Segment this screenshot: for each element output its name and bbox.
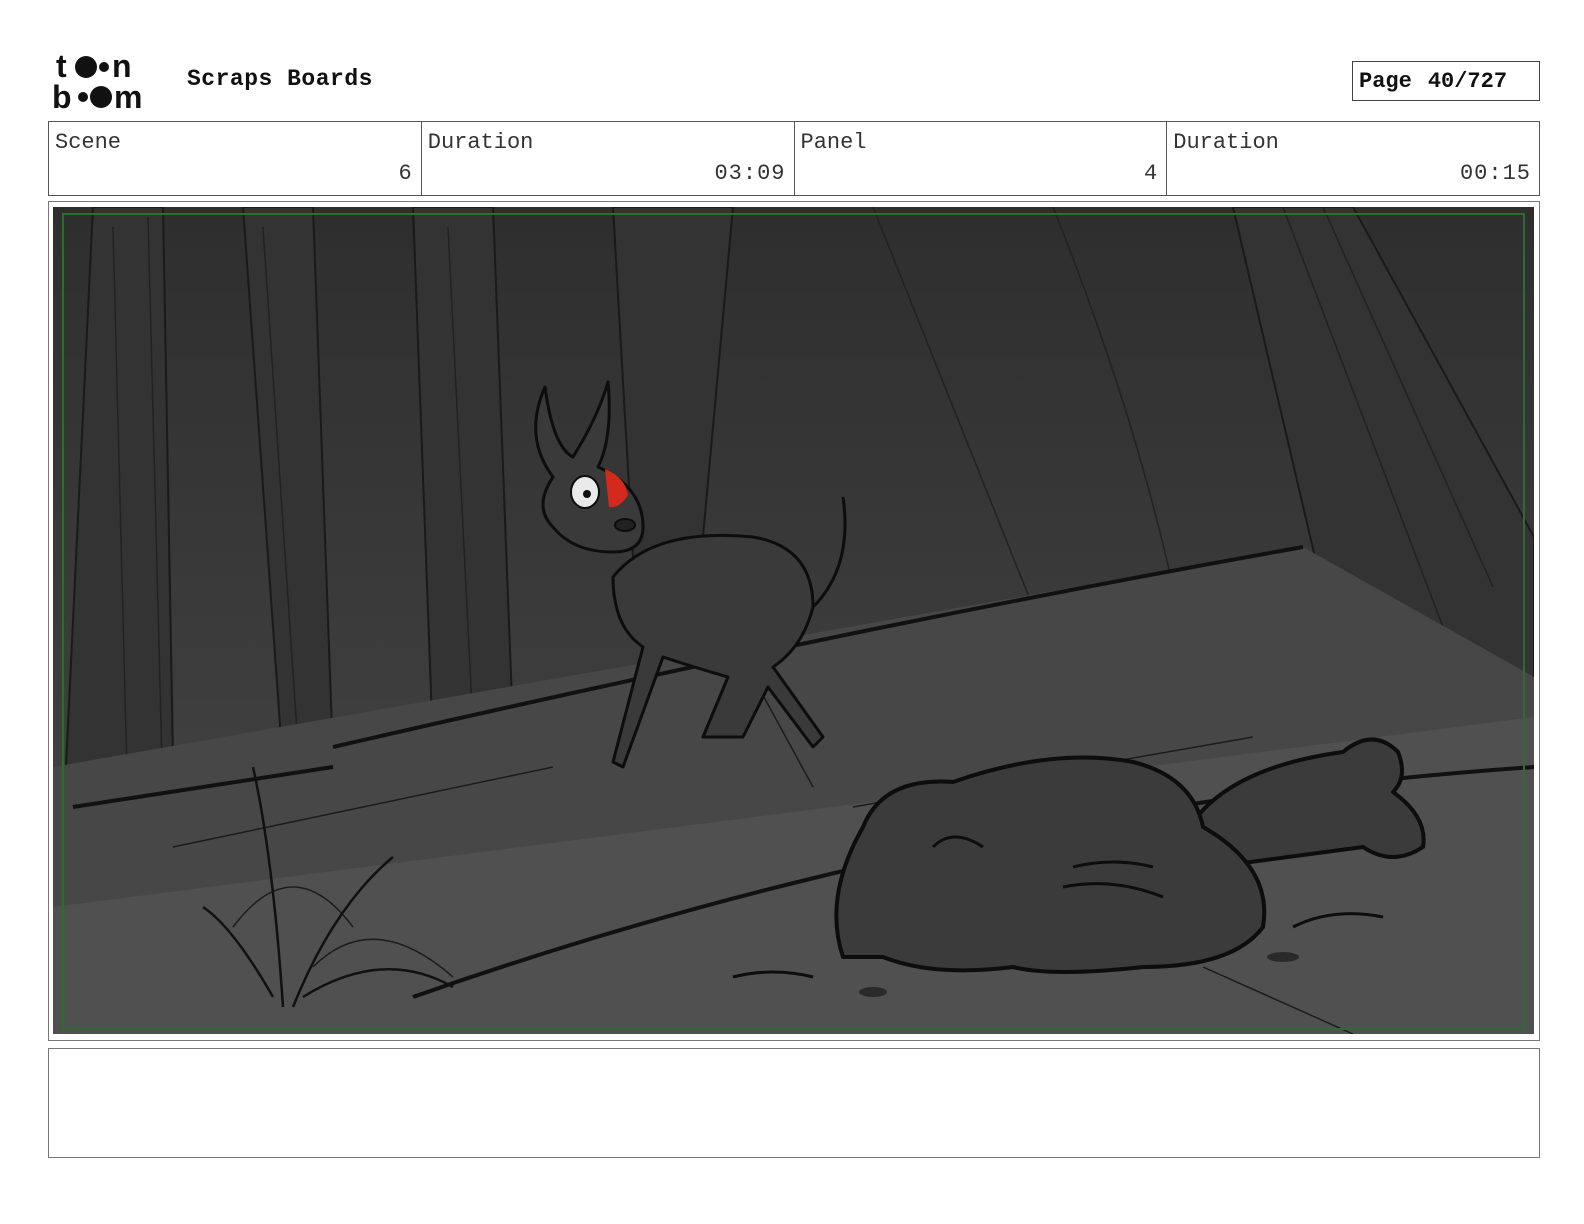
panel-value: 4: [1144, 161, 1159, 186]
page-label: Page: [1359, 68, 1412, 94]
panel-duration-value: 00:15: [1459, 161, 1531, 186]
storyboard-panel-frame: [48, 201, 1540, 1041]
page-indicator: Page 40/727: [1352, 61, 1540, 101]
scene-duration-value: 03:09: [714, 161, 786, 186]
panel-cell: Panel 4: [795, 122, 1168, 195]
storyboard-panel-image: [53, 207, 1534, 1034]
svg-text:m: m: [114, 79, 142, 112]
page-number: 40/727: [1427, 68, 1508, 94]
panel-duration-label: Duration: [1173, 130, 1279, 155]
svg-text:b: b: [52, 79, 72, 112]
panel-notes-box: [48, 1048, 1540, 1158]
panel-duration-cell: Duration 00:15: [1167, 122, 1539, 195]
scene-duration-label: Duration: [427, 130, 534, 155]
scene-value: 6: [398, 161, 413, 186]
document-title: Scraps Boards: [187, 66, 373, 92]
panel-info-table: Scene 6 Duration 03:09 Panel 4 Duration …: [48, 121, 1540, 196]
scene-label: Scene: [55, 130, 122, 155]
toon-boom-logo: t n b m: [52, 50, 164, 112]
scene-duration-cell: Duration 03:09: [422, 122, 795, 195]
panel-label: Panel: [800, 130, 867, 155]
scene-cell: Scene 6: [49, 122, 422, 195]
